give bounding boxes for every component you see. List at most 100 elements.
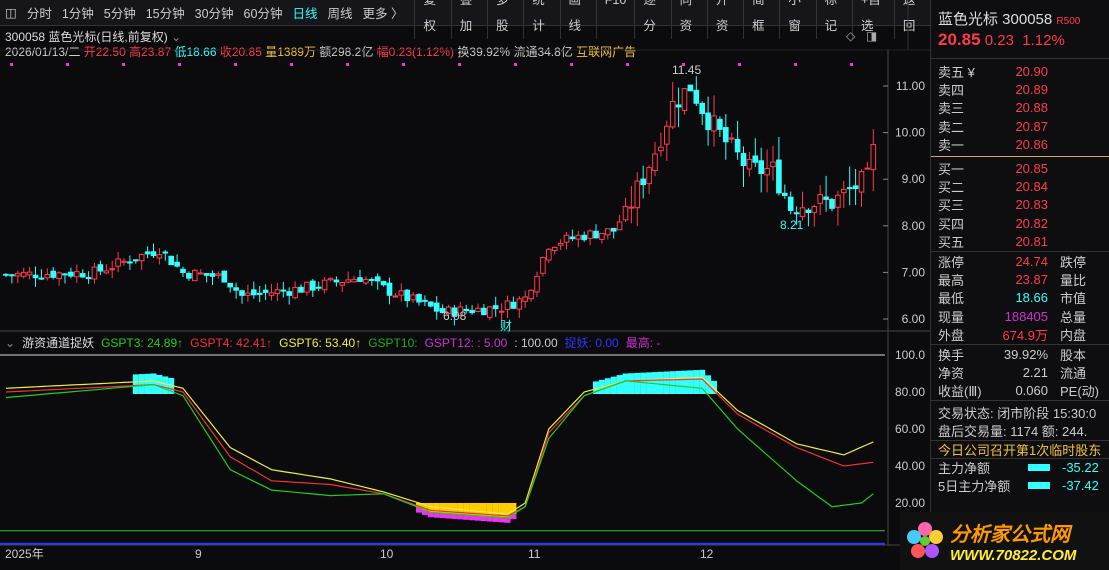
candle xyxy=(97,264,104,272)
candle xyxy=(274,289,281,295)
indicator-bar xyxy=(622,373,629,394)
row-label2: 内盘 xyxy=(1060,328,1087,344)
candle xyxy=(127,261,133,264)
candle xyxy=(669,101,676,128)
indicator-bar xyxy=(669,371,676,394)
quote-row: 收益(Ⅲ) 0.060 PE(动) xyxy=(931,382,1109,400)
indicator-bar xyxy=(469,515,476,521)
candle xyxy=(280,289,287,292)
y-tick-label: 80.00 xyxy=(895,385,925,399)
row-label2: 市值 xyxy=(1060,291,1087,307)
indicator-bar xyxy=(150,373,157,394)
candle xyxy=(805,209,812,214)
row-label: 卖五 ¥ xyxy=(938,64,975,80)
row-label2: 跌停 xyxy=(1060,254,1087,270)
y-tick-label: 8.00 xyxy=(902,219,926,233)
signal-dot xyxy=(626,63,629,66)
news-ticker[interactable]: 今日公司召开第1次临时股东 xyxy=(931,439,1109,458)
quote-row: 买二 20.84 xyxy=(931,177,1109,195)
signal-dot xyxy=(738,63,741,66)
quote-row: 买一 20.85 xyxy=(931,159,1109,177)
candle xyxy=(787,196,794,211)
candle xyxy=(15,272,21,277)
indicator-value: : 100.00 xyxy=(514,335,558,350)
candle xyxy=(817,194,824,204)
indicator-value: GSPT10: xyxy=(368,335,418,350)
candle xyxy=(504,300,511,310)
candle xyxy=(50,270,57,278)
indicator-value: GSPT6: 53.40↑ xyxy=(279,335,362,350)
row-label: 最低 xyxy=(938,291,965,307)
candle xyxy=(9,274,15,277)
candle xyxy=(239,290,245,296)
candle xyxy=(782,192,788,196)
row-label2: 股本 xyxy=(1060,347,1087,363)
row-label: 涨停 xyxy=(938,254,965,270)
row-label2: 总量 xyxy=(1060,309,1087,325)
y-tick-label: 60.00 xyxy=(895,422,925,436)
y-tick-label: 100.0 xyxy=(895,348,925,362)
signal-dot xyxy=(458,63,461,66)
row-label: 现量 xyxy=(938,309,965,325)
candle xyxy=(32,274,39,279)
row-value: 20.90 xyxy=(1015,63,1048,79)
candle xyxy=(168,255,174,266)
indicator-value: GSPT3: 24.89↑ xyxy=(101,335,184,350)
row-value: 20.82 xyxy=(1015,215,1048,231)
candle xyxy=(398,290,405,296)
x-axis-label: 2025年 xyxy=(5,547,44,561)
candle xyxy=(203,273,210,276)
signal-dot xyxy=(122,63,125,66)
quote-row: 卖四 20.89 xyxy=(931,80,1109,98)
chart-area[interactable]: 11.00 10.00 9.00 8.00 7.00 6.00 11.45 8.21 6.08 财… xyxy=(0,0,930,570)
candle xyxy=(829,199,835,209)
candle xyxy=(492,305,499,310)
candle xyxy=(498,310,505,313)
indicator-bar xyxy=(138,374,145,394)
indicator-bar xyxy=(663,371,670,394)
candle xyxy=(138,253,145,262)
candle xyxy=(758,160,765,174)
quote-panel: 蓝色光标 300058 R500 20.85 0.23 1.12% 卖五 ¥ 20… xyxy=(930,0,1109,570)
flow5-bar xyxy=(1028,482,1050,490)
x-axis-label: 10 xyxy=(380,547,394,561)
candle xyxy=(357,277,363,282)
candle xyxy=(209,273,216,277)
candle xyxy=(658,146,664,152)
indicator-bar xyxy=(657,371,664,394)
quote-row: 卖三 20.88 xyxy=(931,99,1109,117)
indicator-bar xyxy=(132,374,139,394)
candle xyxy=(74,271,80,278)
row-label: 买五 xyxy=(938,235,965,251)
signal-dot xyxy=(402,63,405,66)
candle xyxy=(380,281,387,286)
indicator-value: 最高: - xyxy=(625,336,661,350)
y-tick-label: 9.00 xyxy=(902,172,926,186)
indicator-value: GSPT12: : 5.00 xyxy=(424,335,508,350)
indicator-name[interactable]: 游资通道捉妖 xyxy=(22,334,94,351)
candle xyxy=(516,298,523,310)
candle xyxy=(510,301,517,309)
candle xyxy=(20,271,27,277)
y-tick-label: 11.00 xyxy=(896,79,925,93)
candle xyxy=(823,196,829,200)
row-value: 39.92% xyxy=(1003,346,1048,362)
candle xyxy=(540,257,546,274)
candle xyxy=(410,294,416,301)
row-label: 外盘 xyxy=(938,328,965,344)
signal-dot xyxy=(234,63,237,66)
candle xyxy=(416,294,422,303)
indicator-bar xyxy=(687,370,694,394)
indicator-header: ⌄ 游资通道捉妖 GSPT3: 24.89↑ GSPT4: 42.41↑ GSPT6… xyxy=(5,334,660,351)
indicator-bar xyxy=(693,370,700,394)
candle xyxy=(428,301,434,307)
indicator-bar xyxy=(463,514,470,520)
candle xyxy=(186,272,192,279)
candle xyxy=(26,271,33,276)
indicator-bar xyxy=(492,516,499,522)
row-value: 20.89 xyxy=(1015,82,1048,98)
stock-name: 蓝色光标 300058 xyxy=(938,11,1053,28)
candle xyxy=(103,270,110,274)
quote-row: 最高 23.87 量比 xyxy=(931,270,1109,288)
collapse-icon[interactable]: ⌄ xyxy=(5,336,15,350)
